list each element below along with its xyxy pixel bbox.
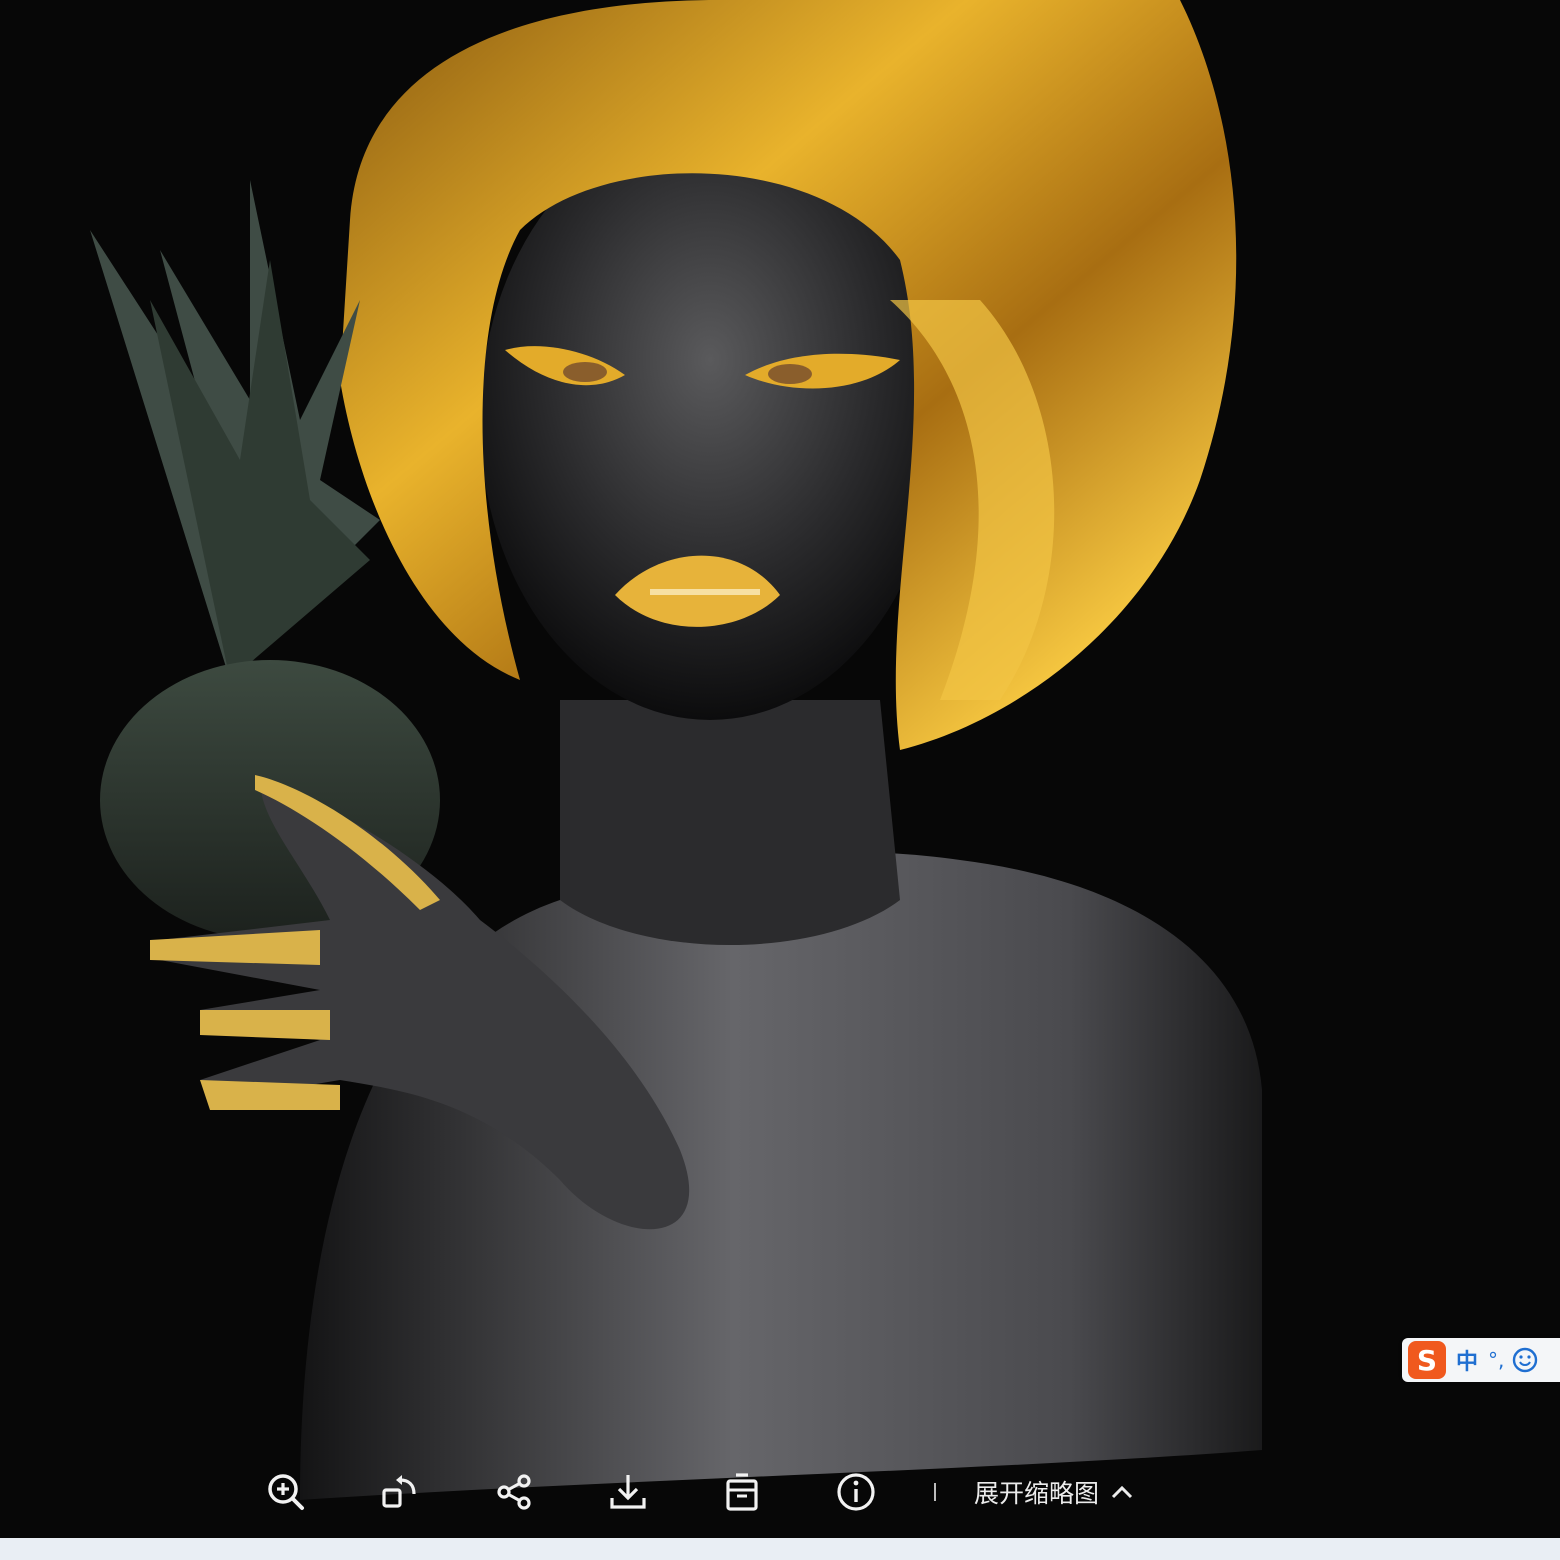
- chevron-up-icon: [1111, 1485, 1133, 1499]
- download-button[interactable]: [592, 1460, 664, 1524]
- share-button[interactable]: [478, 1460, 550, 1524]
- ime-punctuation-mode[interactable]: °,: [1488, 1348, 1504, 1372]
- rotate-button[interactable]: [364, 1460, 436, 1524]
- expand-thumbnails-label: 展开缩略图: [974, 1479, 1100, 1508]
- ime-logo[interactable]: S: [1408, 1341, 1446, 1379]
- smiley-icon[interactable]: [1512, 1347, 1538, 1373]
- info-button[interactable]: [820, 1460, 892, 1524]
- screen-bottom-edge: [0, 1538, 1560, 1560]
- ime-status-bar[interactable]: S 中 °,: [1402, 1338, 1560, 1382]
- displayed-photo: [0, 0, 1560, 1560]
- info-icon: [837, 1473, 875, 1511]
- trash-icon: [726, 1473, 758, 1511]
- rotate-icon: [382, 1475, 416, 1508]
- expand-thumbnails-button[interactable]: 展开缩略图: [974, 1460, 1135, 1524]
- viewer-toolbar: 展开缩略图: [250, 1460, 1150, 1524]
- share-icon: [497, 1474, 531, 1510]
- zoom-in-button[interactable]: [250, 1460, 322, 1524]
- image-viewer: 展开缩略图: [0, 0, 1560, 1560]
- toolbar-divider: [934, 1483, 936, 1501]
- download-icon: [610, 1475, 646, 1509]
- delete-button[interactable]: [706, 1460, 778, 1524]
- zoom-in-icon: [268, 1474, 304, 1510]
- ime-language-mode[interactable]: 中: [1456, 1344, 1478, 1376]
